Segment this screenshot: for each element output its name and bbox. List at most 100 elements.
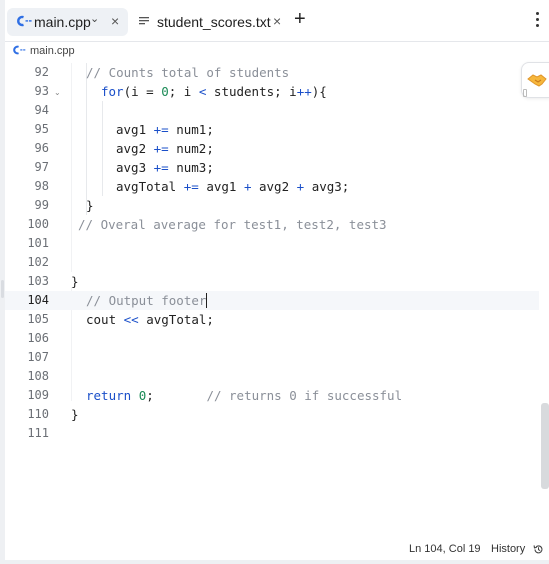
code-text: avg3 += num3; — [116, 158, 214, 177]
code-token: // Output footer — [86, 293, 207, 308]
cpp-logo-icon — [13, 45, 26, 55]
code-token: avg1 — [198, 179, 244, 194]
code-line[interactable]: 109 return 0; // returns 0 if successful — [5, 386, 539, 405]
status-bar: Ln 104, Col 19 History — [5, 540, 549, 560]
code-text: } — [71, 272, 79, 291]
line-number: 108 — [27, 369, 49, 383]
breadcrumb: main.cpp — [5, 41, 549, 63]
code-line[interactable]: 102 — [5, 253, 539, 272]
line-number: 106 — [27, 331, 49, 345]
history-icon[interactable] — [533, 544, 544, 555]
history-button[interactable]: History — [491, 543, 525, 555]
code-line[interactable]: 98 avgTotal += avg1 + avg2 + avg3; — [5, 177, 539, 196]
code-line[interactable]: 108 — [5, 367, 539, 386]
assistant-badge[interactable] — [521, 62, 549, 98]
code-token: ; — [146, 388, 207, 403]
cursor-position[interactable]: Ln 104, Col 19 — [409, 543, 481, 555]
more-options-icon[interactable] — [531, 12, 543, 30]
code-text: for(i = 0; i < students; i++){ — [101, 82, 327, 101]
code-text: avgTotal += avg1 + avg2 + avg3; — [116, 177, 349, 196]
code-token: // Overal average for test1, test2, test… — [78, 217, 387, 232]
line-number: 92 — [34, 65, 49, 79]
code-text: // Output footer — [86, 291, 208, 310]
code-token: // Counts total of students — [86, 65, 290, 80]
code-line[interactable]: 107 — [5, 348, 539, 367]
chevron-down-icon[interactable]: ⌄ — [90, 12, 99, 25]
code-line[interactable]: 96 avg2 += num2; — [5, 139, 539, 158]
code-line[interactable]: 97 avg3 += num3; — [5, 158, 539, 177]
add-tab-button[interactable]: + — [294, 9, 306, 29]
panel-resize-handle[interactable] — [1, 280, 4, 298]
vertical-scrollbar[interactable] — [538, 63, 549, 540]
code-token: num2; — [168, 141, 214, 156]
code-editor[interactable]: 92// Counts total of students 93 ⌄ for(i = … — [5, 63, 549, 540]
code-text: } — [86, 196, 94, 215]
code-token: += — [153, 141, 169, 156]
code-token: (i = — [123, 84, 162, 99]
code-text: return 0; // returns 0 if successful — [86, 386, 402, 405]
code-token: << — [123, 312, 139, 327]
close-tab-button[interactable]: × — [111, 13, 119, 29]
code-token: ){ — [311, 84, 327, 99]
code-text: avg1 += num1; — [116, 120, 214, 139]
code-line[interactable]: 106 — [5, 329, 539, 348]
line-number: 98 — [34, 179, 49, 193]
code-token: cout — [86, 312, 124, 327]
line-number: 109 — [27, 388, 49, 402]
code-token: students; i — [206, 84, 297, 99]
code-line[interactable]: 100 // Overal average for test1, test2, t… — [5, 215, 539, 234]
line-number: 107 — [27, 350, 49, 364]
code-token: avg2 — [251, 179, 297, 194]
code-line[interactable]: 111 — [5, 424, 539, 443]
code-token: } — [71, 274, 79, 289]
tab-main-cpp[interactable]: main.cpp ⌄ × — [7, 8, 128, 36]
code-line[interactable]: 99} — [5, 196, 539, 215]
code-line[interactable]: 95 avg1 += num1; — [5, 120, 539, 139]
code-token: return — [86, 388, 132, 403]
code-line[interactable]: 103} — [5, 272, 539, 291]
code-line[interactable]: 105 cout << avgTotal; — [5, 310, 539, 329]
code-token: } — [86, 198, 94, 213]
tab-student-scores[interactable]: student_scores.txt × — [135, 8, 285, 36]
code-token: avg1 — [116, 122, 154, 137]
code-line[interactable]: 93 ⌄ for(i = 0; i < students; i++){ — [5, 82, 539, 101]
line-number: 102 — [27, 255, 49, 269]
code-line[interactable]: 94 — [5, 101, 539, 120]
code-line[interactable]: 92 // Counts total of students — [5, 63, 539, 82]
code-token: num3; — [168, 160, 214, 175]
fold-chevron-icon[interactable]: ⌄ — [54, 88, 61, 97]
text-file-icon — [139, 17, 149, 25]
line-number: 96 — [34, 141, 49, 155]
code-token: ++ — [296, 84, 312, 99]
code-token: avg2 — [116, 141, 154, 156]
line-number: 105 — [27, 312, 49, 326]
handshake-icon — [527, 74, 547, 87]
line-number: 111 — [27, 426, 49, 440]
breadcrumb-file[interactable]: main.cpp — [30, 45, 75, 57]
code-token: += — [153, 122, 169, 137]
code-line[interactable]: 110} — [5, 405, 539, 424]
close-tab-button[interactable]: × — [273, 13, 281, 29]
code-line[interactable]: 104 // Output footer — [5, 291, 539, 310]
code-token: } — [71, 407, 79, 422]
code-token: // returns 0 if successful — [206, 388, 403, 403]
code-token: += — [153, 160, 169, 175]
code-line[interactable]: 101 — [5, 234, 539, 253]
assistant-badge-marker — [523, 89, 527, 97]
line-number: 99 — [34, 198, 49, 212]
scrollbar-thumb[interactable] — [541, 403, 549, 489]
line-number: 104 — [27, 293, 49, 307]
code-token: ; i — [168, 84, 199, 99]
tab-bar: main.cpp ⌄ × student_scores.txt × + — [5, 0, 549, 42]
code-token: 0 — [161, 84, 169, 99]
code-text: // Counts total of students — [86, 63, 289, 82]
code-text: // Overal average for test1, test2, test… — [78, 215, 387, 234]
line-number: 94 — [34, 103, 49, 117]
line-number: 95 — [34, 122, 49, 136]
code-text: cout << avgTotal; — [86, 310, 214, 329]
code-token: avgTotal — [116, 179, 184, 194]
code-token: += — [183, 179, 199, 194]
window-frame-bottom — [0, 560, 549, 564]
line-number: 100 — [27, 217, 49, 231]
